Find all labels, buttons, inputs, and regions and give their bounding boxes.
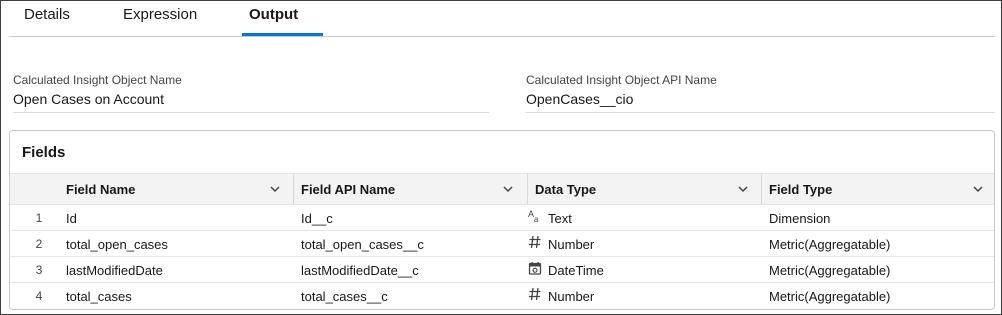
field-api-name-cell: total_cases__c (301, 289, 388, 304)
column-header-field-name[interactable]: Field Name (10, 174, 293, 204)
chevron-down-icon[interactable] (502, 183, 514, 195)
field-type-cell: Metric(Aggregatable) (769, 289, 891, 304)
field-type-cell: Dimension (769, 211, 831, 226)
object-name-value: Open Cases on Account (13, 91, 164, 107)
field-name-cell: total_open_cases (66, 237, 168, 252)
datetime-icon (528, 262, 542, 275)
column-header-label: Data Type (535, 182, 597, 197)
tab-bar: Details Expression Output (9, 1, 995, 37)
table-row[interactable]: 4 total_cases total_cases__c Number Metr… (10, 283, 994, 309)
fields-card: Fields Field Name Field API Name Data Ty… (9, 130, 995, 310)
field-name-cell: Id (66, 211, 77, 226)
field-api-name-cell: Id__c (301, 211, 333, 226)
chevron-down-icon[interactable] (737, 183, 749, 195)
column-header-data-type[interactable]: Data Type (528, 174, 761, 204)
field-type-cell: Metric(Aggregatable) (769, 237, 891, 252)
data-type-cell: Number (548, 289, 595, 304)
fields-card-title: Fields (22, 144, 66, 161)
table-row[interactable]: 2 total_open_cases total_open_cases__c N… (10, 231, 994, 257)
row-number: 4 (35, 289, 43, 303)
table-row[interactable]: 1 Id Id__c A a Text Dimension (10, 205, 994, 231)
api-name-label: Calculated Insight Object API Name (526, 73, 717, 87)
field-api-name-cell: total_open_cases__c (301, 237, 424, 252)
data-type-cell: Text (548, 211, 572, 226)
column-header-field-type[interactable]: Field Type (762, 174, 994, 204)
column-header-label: Field Name (66, 182, 136, 197)
calculated-insight-panel: Details Expression Output Calculated Ins… (0, 0, 1002, 315)
tab-expression[interactable]: Expression (123, 6, 197, 23)
column-header-label: Field Type (769, 182, 833, 197)
table-header: Field Name Field API Name Data Type Fiel… (10, 173, 994, 205)
active-tab-indicator (242, 33, 323, 36)
row-number: 3 (35, 263, 43, 277)
object-name-field: Calculated Insight Object Name Open Case… (13, 71, 489, 113)
field-type-cell: Metric(Aggregatable) (769, 263, 891, 278)
table-row[interactable]: 3 lastModifiedDate lastModifiedDate__c D… (10, 257, 994, 283)
chevron-down-icon[interactable] (972, 183, 984, 195)
api-name-value: OpenCases__cio (526, 91, 634, 107)
text-icon: A a (528, 209, 539, 223)
row-number: 2 (35, 237, 43, 251)
field-name-cell: total_cases (66, 289, 132, 304)
data-type-cell: Number (548, 237, 595, 252)
data-type-cell: DateTime (548, 263, 604, 278)
column-header-label: Field API Name (301, 182, 396, 197)
field-name-cell: lastModifiedDate (66, 263, 163, 278)
svg-text:a: a (534, 215, 539, 223)
tab-details[interactable]: Details (24, 6, 70, 23)
number-icon (529, 287, 541, 301)
object-name-label: Calculated Insight Object Name (13, 73, 182, 87)
number-icon (529, 235, 541, 249)
chevron-down-icon[interactable] (269, 183, 281, 195)
row-number: 1 (35, 211, 43, 225)
api-name-field: Calculated Insight Object API Name OpenC… (526, 71, 995, 113)
tab-output[interactable]: Output (249, 6, 298, 23)
column-header-field-api-name[interactable]: Field API Name (294, 174, 527, 204)
field-api-name-cell: lastModifiedDate__c (301, 263, 419, 278)
